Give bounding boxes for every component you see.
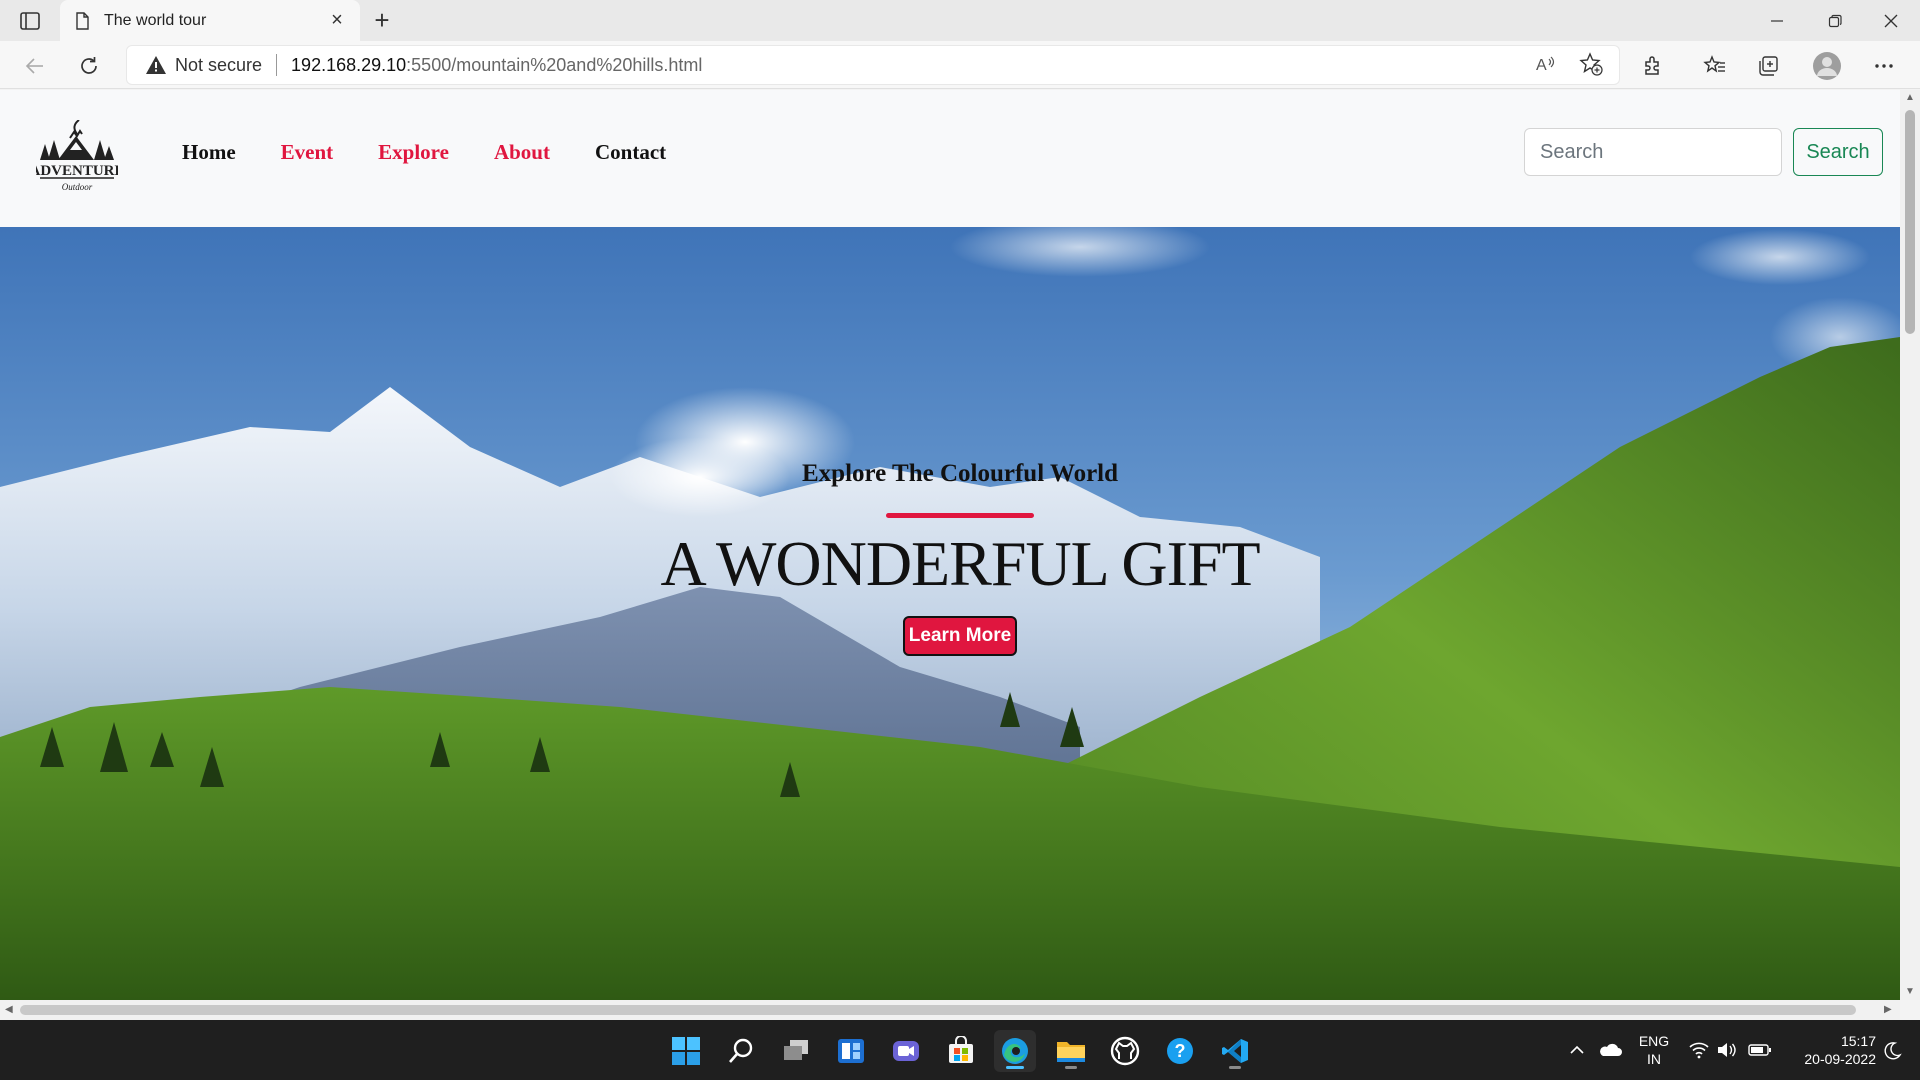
add-favorite-icon[interactable] bbox=[1574, 47, 1608, 81]
nav-explore[interactable]: Explore bbox=[378, 140, 449, 165]
close-window-icon[interactable] bbox=[1862, 0, 1920, 41]
nav-about[interactable]: About bbox=[494, 140, 550, 165]
page-viewport: ADVENTURE Outdoor Home Event Explore Abo… bbox=[0, 90, 1900, 1000]
hero-banner: Explore The Colourful World A WONDERFUL … bbox=[0, 227, 1900, 1000]
mountain-landscape-image bbox=[0, 227, 1900, 1000]
url-path: :5500/mountain%20and%20hills.html bbox=[406, 54, 703, 75]
volume-icon[interactable] bbox=[1716, 1020, 1738, 1080]
favorites-icon[interactable] bbox=[1698, 49, 1732, 83]
nav-event[interactable]: Event bbox=[281, 140, 334, 165]
more-menu-icon[interactable] bbox=[1867, 49, 1901, 83]
site-nav: Home Event Explore About Contact bbox=[182, 140, 711, 165]
svg-text:?: ? bbox=[1175, 1041, 1186, 1061]
clock-time: 15:17 bbox=[1840, 1033, 1876, 1049]
logo-tagline: Outdoor bbox=[62, 182, 93, 192]
extensions-icon[interactable] bbox=[1636, 49, 1670, 83]
github-desktop-icon[interactable] bbox=[1104, 1030, 1146, 1072]
address-divider bbox=[276, 54, 278, 76]
collections-icon[interactable] bbox=[1752, 49, 1786, 83]
horizontal-scrollbar[interactable]: ◀ ▶ bbox=[0, 1000, 1900, 1020]
vscode-icon[interactable] bbox=[1214, 1030, 1256, 1072]
logo-wordmark: ADVENTURE bbox=[36, 163, 118, 179]
refresh-icon[interactable] bbox=[72, 49, 106, 83]
read-aloud-icon[interactable]: A bbox=[1528, 47, 1562, 81]
explorer-running-indicator bbox=[1065, 1066, 1077, 1069]
battery-icon[interactable] bbox=[1748, 1020, 1772, 1080]
task-view-icon[interactable] bbox=[775, 1030, 817, 1072]
scroll-right-icon[interactable]: ▶ bbox=[1884, 1004, 1892, 1015]
tab-actions-icon[interactable] bbox=[18, 9, 42, 33]
vertical-scrollbar[interactable]: ▲ ▼ bbox=[1900, 90, 1920, 1000]
language-code: ENG bbox=[1638, 1033, 1670, 1049]
new-tab-icon[interactable]: + bbox=[368, 5, 396, 35]
search-icon[interactable] bbox=[720, 1030, 762, 1072]
address-bar[interactable]: Not secure 192.168.29.10:5500/mountain%2… bbox=[126, 45, 1620, 85]
search-button[interactable]: Search bbox=[1793, 128, 1883, 176]
tab-title: The world tour bbox=[104, 11, 207, 29]
wifi-icon[interactable] bbox=[1688, 1020, 1710, 1080]
onedrive-icon[interactable] bbox=[1598, 1020, 1622, 1080]
nav-home[interactable]: Home bbox=[182, 140, 236, 165]
show-hidden-icons-chevron-icon[interactable] bbox=[1568, 1020, 1586, 1080]
edge-browser-icon[interactable] bbox=[994, 1030, 1036, 1072]
nav-contact[interactable]: Contact bbox=[595, 140, 666, 165]
edge-active-indicator bbox=[1006, 1066, 1024, 1069]
teams-chat-icon[interactable] bbox=[885, 1030, 927, 1072]
warning-icon bbox=[146, 56, 166, 74]
url-host: 192.168.29.10 bbox=[291, 54, 407, 75]
input-language-indicator[interactable]: ENG IN bbox=[1636, 1032, 1672, 1068]
back-icon[interactable] bbox=[18, 49, 52, 83]
clock-date: 20-09-2022 bbox=[1804, 1051, 1876, 1067]
scroll-down-icon[interactable]: ▼ bbox=[1905, 986, 1915, 997]
browser-toolbar: Not secure 192.168.29.10:5500/mountain%2… bbox=[0, 41, 1920, 89]
site-header: ADVENTURE Outdoor Home Event Explore Abo… bbox=[0, 90, 1900, 227]
learn-more-button[interactable]: Learn More bbox=[903, 616, 1017, 656]
browser-tab-strip: The world tour × + bbox=[0, 0, 1920, 41]
page-icon bbox=[76, 11, 89, 30]
region-code: IN bbox=[1647, 1051, 1661, 1067]
restore-icon[interactable] bbox=[1806, 0, 1864, 41]
start-icon[interactable] bbox=[665, 1030, 707, 1072]
windows-taskbar: ? ENG IN 15:17 20-09-2022 bbox=[0, 1020, 1920, 1080]
focus-assist-moon-icon[interactable] bbox=[1882, 1020, 1902, 1080]
widgets-icon[interactable] bbox=[830, 1030, 872, 1072]
help-icon[interactable]: ? bbox=[1159, 1030, 1201, 1072]
svg-text:A: A bbox=[1536, 57, 1547, 74]
microsoft-store-icon[interactable] bbox=[940, 1030, 982, 1072]
hero-divider bbox=[886, 513, 1034, 518]
not-secure-label[interactable]: Not secure bbox=[175, 55, 262, 76]
scroll-up-icon[interactable]: ▲ bbox=[1905, 92, 1915, 103]
file-explorer-icon[interactable] bbox=[1050, 1030, 1092, 1072]
system-clock[interactable]: 15:17 20-09-2022 bbox=[1780, 1032, 1876, 1068]
hero-subtitle: Explore The Colourful World bbox=[801, 460, 1119, 487]
horizontal-scroll-thumb[interactable] bbox=[20, 1005, 1856, 1015]
vscode-running-indicator bbox=[1229, 1066, 1241, 1069]
browser-tab[interactable]: The world tour × bbox=[60, 0, 360, 41]
scroll-left-icon[interactable]: ◀ bbox=[5, 1004, 13, 1015]
hero-title: A WONDERFUL GIFT bbox=[660, 528, 1260, 599]
vertical-scroll-thumb[interactable] bbox=[1905, 110, 1915, 334]
profile-avatar-icon[interactable] bbox=[1810, 49, 1844, 83]
search-input[interactable] bbox=[1524, 128, 1782, 176]
adventure-logo[interactable]: ADVENTURE Outdoor bbox=[29, 119, 125, 194]
close-tab-icon[interactable]: × bbox=[326, 9, 348, 32]
minimize-icon[interactable] bbox=[1748, 0, 1806, 41]
